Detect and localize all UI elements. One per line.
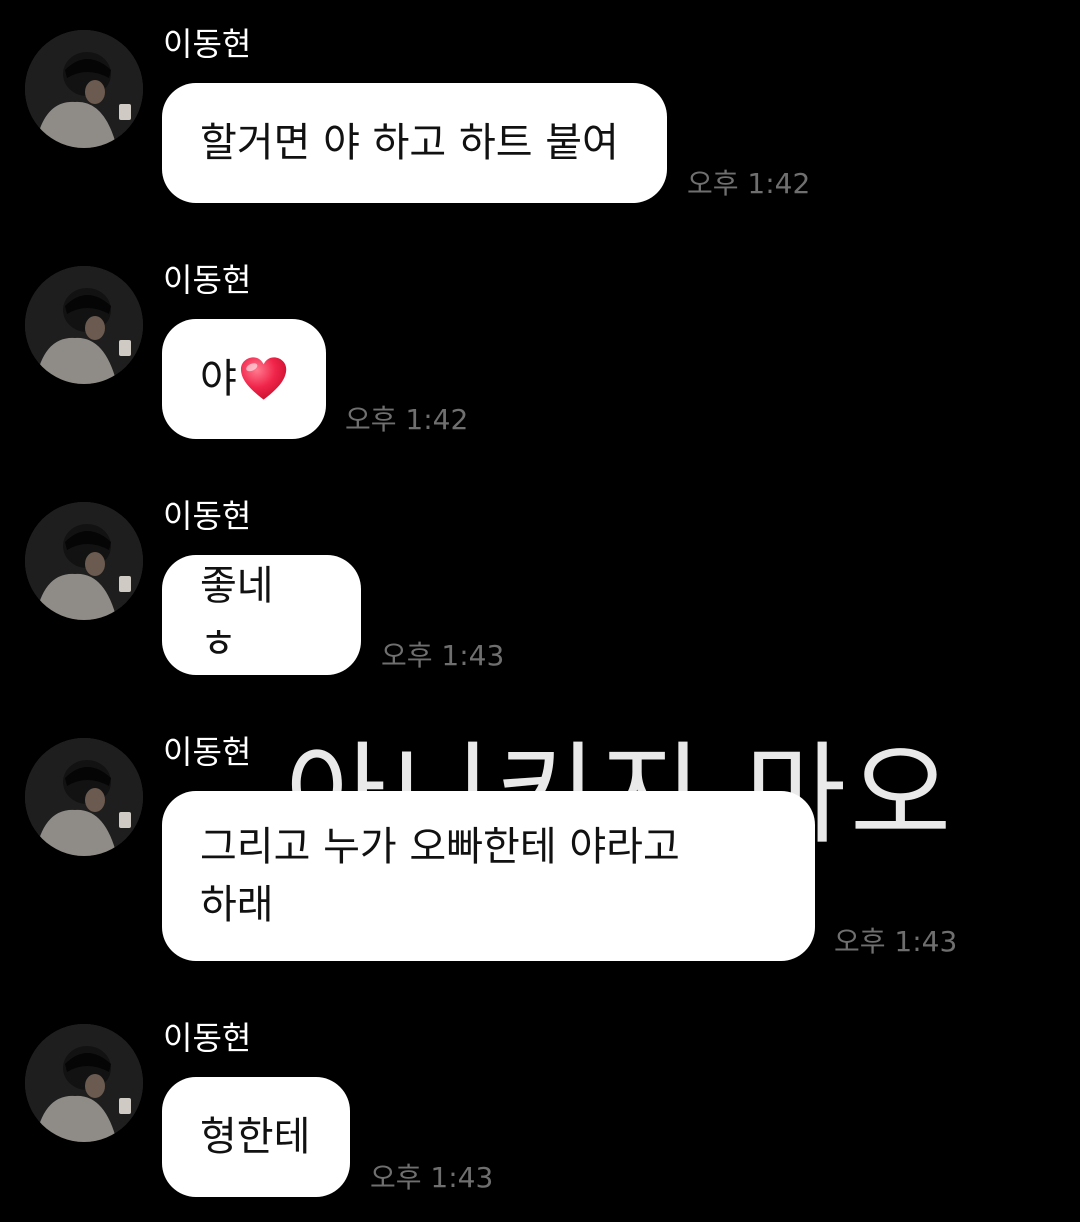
sender-name: 이동현 (163, 1019, 252, 1057)
message-time: 오후 1:43 (370, 1161, 494, 1194)
avatar[interactable] (25, 30, 143, 148)
message-text: 좋네 ㅎ (200, 563, 274, 667)
avatar[interactable] (25, 502, 143, 620)
chat-screen: 아니키지 마오 이동현 할거면 야 하고 하트 붙여 오후 1:42 (0, 0, 1080, 1222)
message-bubble[interactable]: 할거면 야 하고 하트 붙여 (162, 83, 667, 203)
sender-name: 이동현 (163, 497, 252, 535)
message-bubble[interactable]: 야 (162, 319, 326, 439)
message-bubble[interactable]: 좋네 ㅎ (162, 555, 361, 675)
sender-name: 이동현 (163, 261, 252, 299)
sender-name: 이동현 (163, 25, 252, 63)
message-bubble[interactable]: 그리고 누가 오빠한테 야라고 하래 (162, 791, 815, 961)
message-text: 할거면 야 하고 하트 붙여 (200, 120, 619, 166)
message-time: 오후 1:43 (381, 639, 505, 672)
heart-emoji-icon (240, 357, 287, 400)
avatar[interactable] (25, 738, 143, 856)
message-time: 오후 1:42 (687, 167, 811, 200)
message-text: 야 (200, 356, 237, 402)
avatar[interactable] (25, 1024, 143, 1142)
message-time: 오후 1:42 (345, 403, 469, 436)
message-text: 그리고 누가 오빠한테 야라고 하래 (200, 824, 680, 928)
sender-name: 이동현 (163, 733, 252, 771)
avatar[interactable] (25, 266, 143, 384)
message-bubble[interactable]: 형한테 (162, 1077, 350, 1197)
message-time: 오후 1:43 (834, 925, 958, 958)
message-text: 형한테 (200, 1114, 311, 1160)
